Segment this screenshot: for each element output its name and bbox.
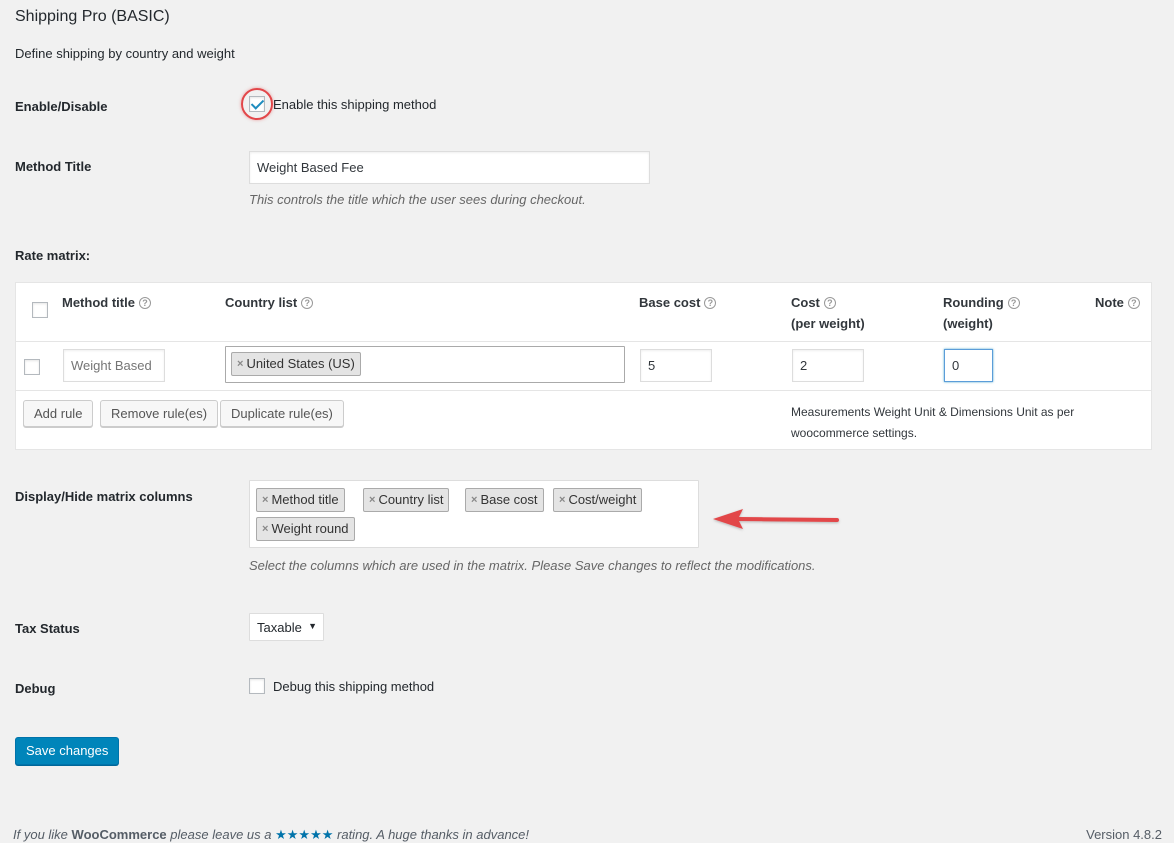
- remove-token-icon[interactable]: ×: [369, 489, 375, 511]
- column-token-base-cost: × Base cost: [465, 488, 544, 512]
- footer-suffix: rating. A huge thanks in advance!: [337, 827, 530, 842]
- debug-label: Debug: [15, 681, 56, 696]
- enable-label: Enable/Disable: [15, 99, 108, 114]
- remove-token-icon[interactable]: ×: [471, 489, 477, 511]
- help-icon[interactable]: ?: [1127, 296, 1140, 309]
- help-icon[interactable]: ?: [138, 296, 151, 309]
- header-note-text: Note: [1095, 295, 1124, 310]
- header-method-title: Method title?: [62, 292, 151, 313]
- chevron-down-icon: ▼: [308, 621, 317, 631]
- help-icon[interactable]: ?: [704, 296, 717, 309]
- footer-version: Version 4.8.2: [1086, 827, 1162, 842]
- help-icon[interactable]: ?: [301, 296, 314, 309]
- header-country-list-text: Country list: [225, 295, 298, 310]
- rating-stars-link[interactable]: ★★★★★: [275, 827, 333, 842]
- header-divider: [16, 341, 1151, 342]
- display-columns-label: Display/Hide matrix columns: [15, 489, 193, 504]
- footer-middle: please leave us a: [170, 827, 272, 842]
- base-cost-input[interactable]: [640, 349, 712, 382]
- column-token-label: Weight round: [271, 521, 349, 536]
- header-rounding: Rounding? (weight): [943, 292, 1020, 334]
- row-checkbox[interactable]: [24, 359, 40, 375]
- header-country-list: Country list?: [225, 292, 314, 313]
- matrix-note-line1: Measurements Weight Unit & Dimensions Un…: [791, 405, 1075, 419]
- remove-rule-button[interactable]: Remove rule(es): [100, 400, 219, 427]
- page-description: Define shipping by country and weight: [15, 46, 235, 61]
- column-token-label: Base cost: [480, 492, 538, 507]
- matrix-note: Measurements Weight Unit & Dimensions Un…: [791, 402, 1074, 444]
- tax-status-value: Taxable: [257, 620, 302, 635]
- remove-token-icon[interactable]: ×: [262, 489, 268, 511]
- rounding-input[interactable]: [944, 349, 993, 382]
- red-arrow-annotation: [713, 509, 839, 529]
- header-base-cost-text: Base cost: [639, 295, 701, 310]
- header-method-title-text: Method title: [62, 295, 135, 310]
- remove-token-icon[interactable]: ×: [559, 489, 565, 511]
- method-title-description: This controls the title which the user s…: [249, 192, 586, 207]
- header-rounding-subtext: (weight): [943, 316, 993, 331]
- rate-matrix-table: Method title? Country list? Base cost? C…: [15, 282, 1152, 450]
- country-token: × United States (US): [231, 352, 361, 376]
- method-title-label: Method Title: [15, 159, 92, 174]
- select-all-checkbox[interactable]: [32, 302, 48, 318]
- method-title-input[interactable]: [249, 151, 650, 184]
- column-token-method-title: × Method title: [256, 488, 345, 512]
- matrix-note-line2: woocommerce settings.: [791, 426, 918, 440]
- display-columns-select[interactable]: × Method title × Country list × Base cost ×…: [249, 480, 699, 548]
- header-cost-text: Cost: [791, 295, 820, 310]
- country-token-label: United States (US): [246, 356, 355, 371]
- column-token-label: Country list: [378, 492, 444, 507]
- page-title: Shipping Pro (BASIC): [15, 8, 170, 25]
- header-rounding-text: Rounding: [943, 295, 1004, 310]
- header-base-cost: Base cost?: [639, 292, 717, 313]
- cost-per-weight-input[interactable]: [792, 349, 864, 382]
- rate-matrix-label: Rate matrix:: [15, 248, 91, 263]
- duplicate-rule-button[interactable]: Duplicate rule(es): [220, 400, 344, 427]
- header-cost-per-weight: Cost? (per weight): [791, 292, 865, 334]
- footer-prefix: If you like: [13, 827, 68, 842]
- tax-status-label: Tax Status: [15, 621, 80, 636]
- row-method-title-input[interactable]: [63, 349, 165, 382]
- header-cost-subtext: (per weight): [791, 316, 865, 331]
- column-token-weight-round: × Weight round: [256, 517, 355, 541]
- header-note: Note?: [1095, 292, 1140, 313]
- display-columns-description: Select the columns which are used in the…: [249, 558, 816, 573]
- debug-checkbox[interactable]: [249, 678, 265, 694]
- enable-checkbox-label: Enable this shipping method: [273, 97, 437, 112]
- remove-token-icon[interactable]: ×: [237, 353, 243, 375]
- enable-checkbox[interactable]: [249, 96, 265, 112]
- add-rule-button[interactable]: Add rule: [23, 400, 94, 427]
- footer-brand: WooCommerce: [71, 827, 167, 842]
- column-token-label: Method title: [271, 492, 339, 507]
- country-select[interactable]: × United States (US): [225, 346, 625, 383]
- column-token-country-list: × Country list: [363, 488, 450, 512]
- remove-token-icon[interactable]: ×: [262, 518, 268, 540]
- column-token-label: Cost/weight: [568, 492, 637, 507]
- save-changes-button[interactable]: Save changes: [15, 737, 120, 765]
- help-icon[interactable]: ?: [1007, 296, 1020, 309]
- column-token-cost-weight: × Cost/weight: [553, 488, 643, 512]
- debug-checkbox-label: Debug this shipping method: [273, 679, 435, 694]
- tax-status-select[interactable]: Taxable ▼: [249, 613, 324, 641]
- row-divider: [16, 390, 1151, 391]
- help-icon[interactable]: ?: [823, 296, 836, 309]
